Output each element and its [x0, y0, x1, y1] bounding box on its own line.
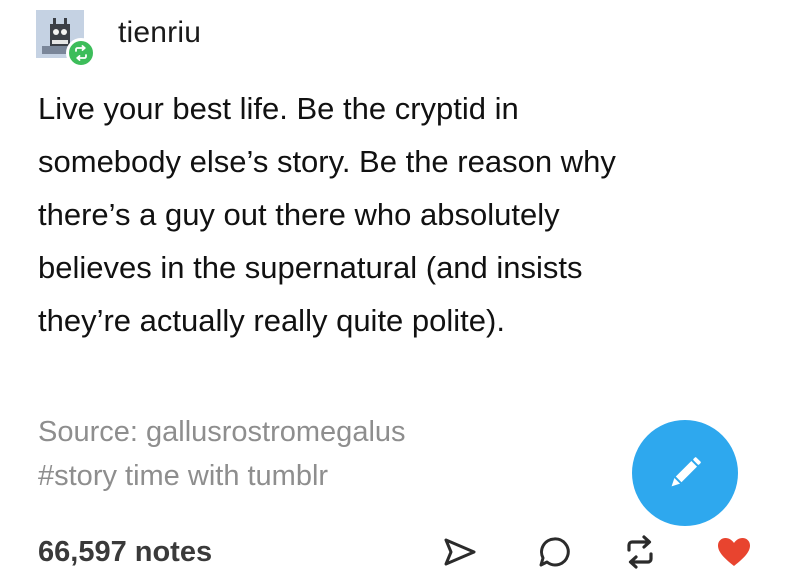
avatar[interactable] — [36, 10, 96, 68]
post-source-link[interactable]: Source: gallusrostromegalus — [38, 416, 406, 449]
heart-icon — [718, 538, 750, 566]
post-actions-bar — [0, 530, 800, 574]
reply-button[interactable] — [532, 530, 576, 574]
reblog-badge-icon — [66, 38, 96, 68]
compose-button[interactable] — [632, 420, 738, 526]
reply-icon — [539, 537, 570, 567]
post-header: tienriu — [36, 10, 201, 68]
reblog-icon — [627, 535, 653, 569]
post-card: tienriu Live your best life. Be the cryp… — [0, 0, 800, 582]
pencil-icon — [671, 457, 701, 487]
reblog-button[interactable] — [618, 530, 662, 574]
post-body-text: Live your best life. Be the cryptid in s… — [38, 91, 616, 338]
share-icon — [444, 538, 476, 566]
share-button[interactable] — [438, 530, 482, 574]
like-button[interactable] — [712, 530, 756, 574]
post-username[interactable]: tienriu — [118, 16, 201, 50]
post-tag[interactable]: #story time with tumblr — [38, 460, 328, 493]
